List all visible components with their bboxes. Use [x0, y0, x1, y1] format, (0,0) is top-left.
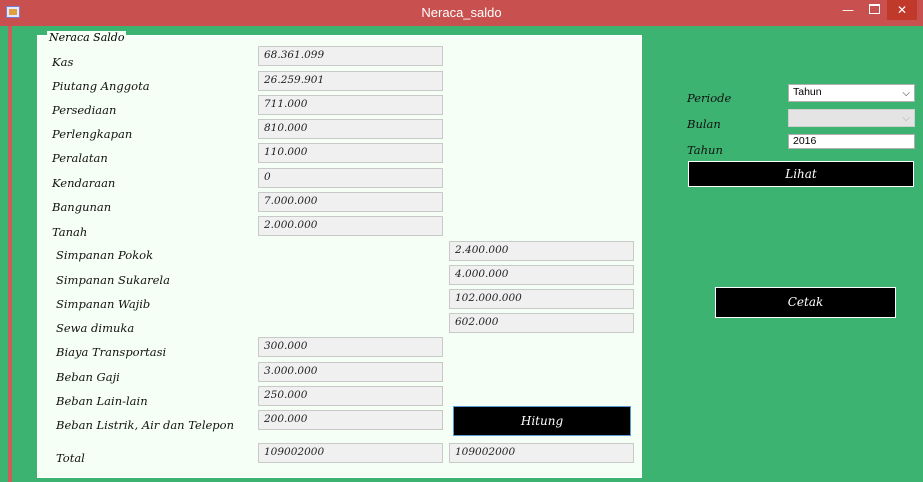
label-tanah: Tanah — [52, 225, 88, 239]
field-bangunan[interactable]: 7.000.000 — [258, 192, 443, 212]
label-beban-listrik: Beban Listrik, Air dan Telepon — [56, 418, 235, 432]
label-biaya-transportasi: Biaya Transportasi — [56, 345, 167, 359]
field-perlengkapan[interactable]: 810.000 — [258, 119, 443, 139]
label-perlengkapan: Perlengkapan — [52, 127, 133, 141]
field-kas[interactable]: 68.361.099 — [258, 46, 443, 66]
field-peralatan[interactable]: 110.000 — [258, 143, 443, 163]
field-total-debit[interactable]: 109002000 — [258, 443, 443, 463]
field-persediaan[interactable]: 711.000 — [258, 95, 443, 115]
label-kendaraan: Kendaraan — [52, 176, 116, 190]
field-sewa-dimuka[interactable]: 602.000 — [449, 313, 634, 333]
periode-label: Periode — [687, 91, 732, 105]
label-bangunan: Bangunan — [52, 200, 112, 214]
label-simpanan-wajib: Simpanan Wajib — [56, 297, 151, 311]
label-sewa-dimuka: Sewa dimuka — [56, 321, 135, 335]
minimize-button[interactable]: — — [835, 0, 861, 20]
chevron-down-icon: ⌵ — [902, 88, 910, 99]
label-peralatan: Peralatan — [52, 151, 108, 165]
group-title: Neraca Saldo — [47, 31, 127, 44]
bulan-label: Bulan — [687, 117, 721, 131]
field-beban-listrik[interactable]: 200.000 — [258, 410, 443, 430]
label-beban-gaji: Beban Gaji — [56, 370, 120, 384]
chevron-down-icon: ⌵ — [902, 113, 910, 124]
field-beban-lain-lain[interactable]: 250.000 — [258, 386, 443, 406]
window-title: Neraca_saldo — [421, 5, 502, 20]
field-simpanan-sukarela[interactable]: 4.000.000 — [449, 265, 634, 285]
field-piutang-anggota[interactable]: 26.259.901 — [258, 71, 443, 91]
label-simpanan-sukarela: Simpanan Sukarela — [56, 273, 170, 287]
field-total-credit[interactable]: 109002000 — [449, 443, 634, 463]
field-beban-gaji[interactable]: 3.000.000 — [258, 362, 443, 382]
window-left-border — [8, 26, 12, 482]
tahun-input[interactable]: 2016 — [788, 134, 915, 149]
label-persediaan: Persediaan — [52, 103, 117, 117]
periode-select[interactable]: Tahun ⌵ — [788, 84, 915, 102]
hitung-button[interactable]: Hitung — [453, 406, 631, 436]
maximize-icon — [868, 4, 880, 14]
close-button[interactable]: ✕ — [887, 0, 917, 20]
field-simpanan-wajib[interactable]: 102.000.000 — [449, 289, 634, 309]
periode-value: Tahun — [793, 86, 822, 98]
title-bar: Neraca_saldo — ✕ — [0, 0, 923, 26]
lihat-button[interactable]: Lihat — [688, 161, 914, 187]
tahun-label: Tahun — [687, 143, 723, 157]
label-total: Total — [56, 451, 85, 465]
maximize-button[interactable] — [861, 0, 887, 20]
label-piutang-anggota: Piutang Anggota — [52, 79, 150, 93]
label-simpanan-pokok: Simpanan Pokok — [56, 248, 154, 262]
bulan-select[interactable]: ⌵ — [788, 109, 915, 127]
label-kas: Kas — [52, 55, 74, 69]
field-kendaraan[interactable]: 0 — [258, 168, 443, 188]
field-tanah[interactable]: 2.000.000 — [258, 216, 443, 236]
cetak-button[interactable]: Cetak — [715, 287, 896, 318]
field-biaya-transportasi[interactable]: 300.000 — [258, 337, 443, 357]
field-simpanan-pokok[interactable]: 2.400.000 — [449, 241, 634, 261]
label-beban-lain-lain: Beban Lain-lain — [56, 394, 148, 408]
